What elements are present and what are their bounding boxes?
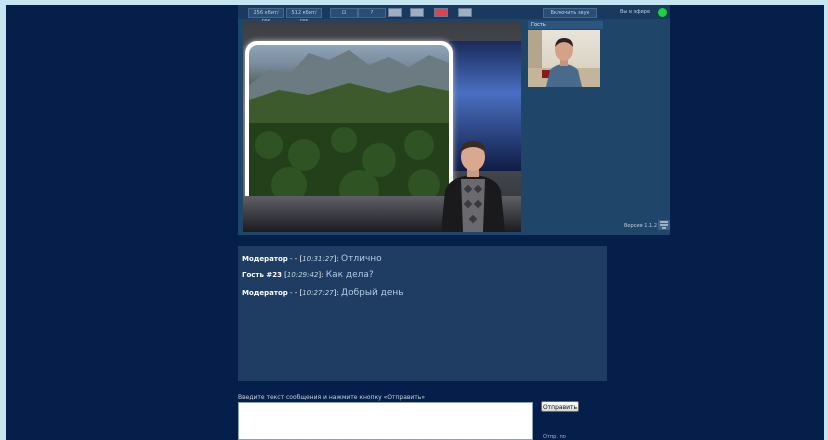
main-video[interactable] (243, 21, 521, 232)
message-text: Отлично (341, 254, 382, 264)
message-separator-close: ]: (318, 271, 326, 279)
version-label: Версия 1.1.2 (624, 223, 657, 229)
settings-icon[interactable] (658, 220, 670, 230)
onair-label: Вы в эфире (620, 9, 651, 15)
page: 256 кбит/сек 512 кбит/сек ⊡ ? Включить з… (6, 5, 824, 440)
help-button[interactable]: ? (358, 8, 386, 18)
message-author: Гость #23 (242, 271, 282, 279)
chat-message: Модератор - - [10:27:27]: Добрый день (242, 288, 404, 298)
layout-2-button[interactable] (410, 8, 424, 17)
guest-video[interactable] (528, 30, 600, 87)
screen-button[interactable]: ⊡ (330, 8, 358, 18)
message-text: Добрый день (341, 288, 404, 298)
layout-1-button[interactable] (388, 8, 402, 17)
guest-label: Гость (528, 21, 603, 29)
bitrate-256-button[interactable]: 256 кбит/сек (248, 8, 284, 24)
message-time: 10:27:27 (302, 289, 334, 297)
presenter-image (441, 141, 505, 232)
message-separator-close: ]: (333, 289, 342, 297)
message-author: Модератор (242, 255, 288, 263)
landscape-image (249, 45, 449, 213)
chat-log: Модератор - - [10:31:27]: Отлично Гость … (238, 246, 607, 381)
message-time: 10:31:27 (302, 255, 334, 263)
layout-3-button[interactable] (434, 8, 448, 17)
video-frame (245, 41, 453, 217)
enable-sound-button[interactable]: Включить звук (543, 8, 597, 18)
message-input[interactable] (238, 402, 533, 440)
bitrate-512-button[interactable]: 512 кбит/сек (286, 8, 322, 24)
message-time: 10:29:42 (286, 271, 319, 279)
compose-prompt: Введите текст сообщения и нажмите кнопку… (238, 394, 426, 401)
chat-message: Гость #23 [10:29:42]: Как дела? (242, 270, 374, 280)
send-options-link[interactable]: Отпр. по (543, 434, 566, 440)
message-author: Модератор (242, 289, 288, 297)
message-separator: - - [ (287, 255, 303, 263)
broadcast-panel: 256 кбит/сек 512 кбит/сек ⊡ ? Включить з… (238, 5, 670, 235)
toolbar: 256 кбит/сек 512 кбит/сек ⊡ ? Включить з… (238, 5, 670, 24)
chat-message: Модератор - - [10:31:27]: Отлично (242, 254, 382, 264)
message-text: Как дела? (325, 270, 374, 280)
onair-indicator-icon (658, 8, 667, 17)
message-separator: - - [ (287, 289, 303, 297)
message-separator-close: ]: (333, 255, 342, 263)
send-button[interactable]: Отправить (541, 401, 579, 412)
layout-4-button[interactable] (458, 8, 472, 17)
